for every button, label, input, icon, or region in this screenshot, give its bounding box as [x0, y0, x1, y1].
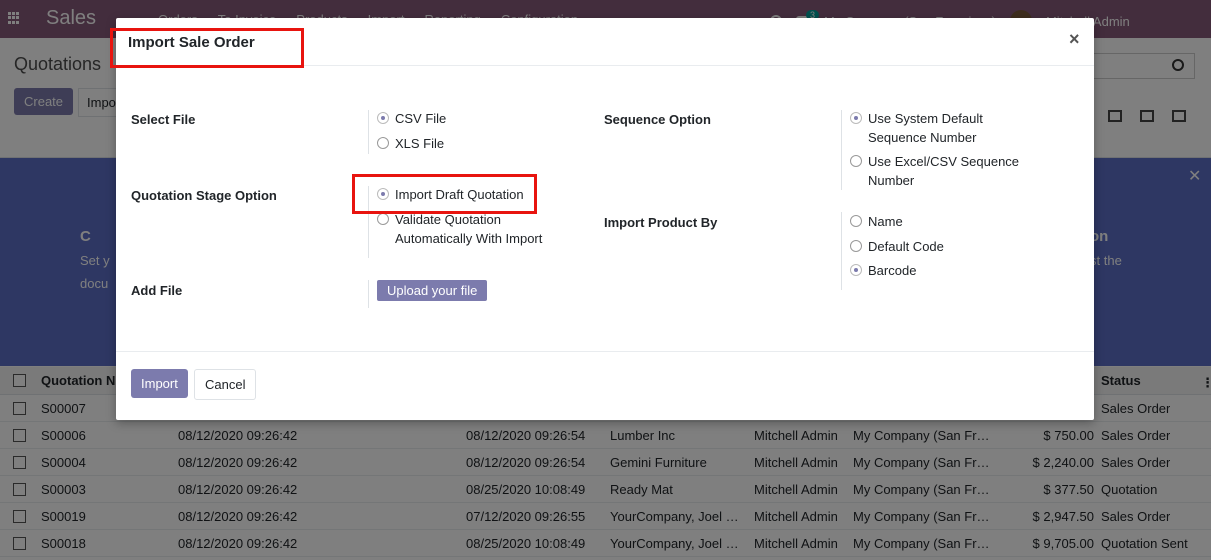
radio-unchecked-icon — [377, 213, 389, 225]
radio-csv-file[interactable]: CSV File — [377, 109, 446, 128]
radio-unchecked-icon — [850, 215, 862, 227]
import-button[interactable]: Import — [131, 369, 188, 398]
import-product-by-label: Import Product By — [604, 215, 718, 230]
radio-label: XLS File — [395, 136, 445, 151]
radio-checked-icon — [377, 112, 389, 124]
radio-unchecked-icon — [850, 155, 862, 167]
upload-file-button[interactable]: Upload your file — [377, 280, 488, 301]
divider — [841, 110, 842, 190]
radio-label: Validate Quotation Automatically With Im… — [395, 212, 543, 246]
close-icon[interactable]: × — [1069, 29, 1080, 50]
sequence-option-label: Sequence Option — [604, 112, 711, 127]
radio-excel-sequence[interactable]: Use Excel/CSV Sequence Number — [850, 152, 1040, 190]
radio-label: Name — [868, 214, 903, 229]
radio-unchecked-icon — [850, 240, 862, 252]
radio-product-default-code[interactable]: Default Code — [850, 237, 944, 256]
select-file-label: Select File — [131, 112, 196, 127]
divider — [841, 212, 842, 290]
radio-label: Barcode — [868, 263, 917, 278]
title-highlight-box — [110, 28, 304, 68]
radio-checked-icon — [850, 112, 862, 124]
radio-label: Default Code — [868, 239, 944, 254]
radio-product-barcode[interactable]: Barcode — [850, 261, 916, 280]
import-sale-order-dialog: Import Sale Order × Select File CSV File… — [110, 18, 1094, 420]
radio-product-name[interactable]: Name — [850, 212, 903, 231]
radio-checked-icon — [850, 264, 862, 276]
cancel-button[interactable]: Cancel — [194, 369, 257, 400]
radio-label: Use System Default Sequence Number — [868, 111, 983, 145]
radio-unchecked-icon — [377, 137, 389, 149]
divider — [368, 280, 369, 308]
stage-option-label: Quotation Stage Option — [131, 188, 277, 203]
modal-footer: Import Cancel — [116, 351, 1094, 420]
divider — [368, 110, 369, 154]
radio-label: CSV File — [395, 111, 447, 126]
radio-xls-file[interactable]: XLS File — [377, 134, 444, 153]
radio-system-sequence[interactable]: Use System Default Sequence Number — [850, 109, 1020, 147]
add-file-label: Add File — [131, 283, 183, 298]
radio-validate-quotation[interactable]: Validate Quotation Automatically With Im… — [377, 210, 567, 248]
radio-label: Use Excel/CSV Sequence Number — [868, 154, 1020, 188]
option-highlight-box — [352, 174, 537, 214]
